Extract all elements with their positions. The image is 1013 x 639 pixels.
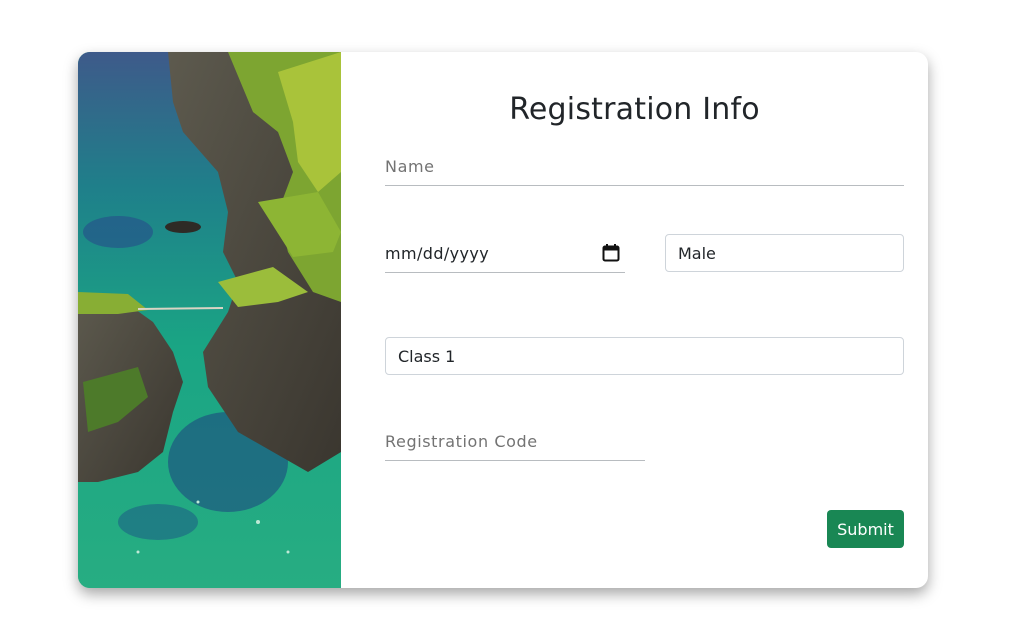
registration-code-input[interactable] xyxy=(385,423,645,461)
calendar-icon[interactable] xyxy=(601,243,621,263)
submit-button[interactable]: Submit xyxy=(827,510,904,548)
class-selected-value: Class 1 xyxy=(398,346,456,366)
name-input[interactable] xyxy=(385,148,904,186)
form-title: Registration Info xyxy=(509,92,760,127)
birth-date-input[interactable]: mm/dd/yyyy xyxy=(385,234,625,273)
gender-select[interactable]: Male xyxy=(665,234,904,272)
registration-form: Registration Info mm/dd/yyyy Male Class … xyxy=(341,52,928,588)
gender-selected-value: Male xyxy=(678,243,716,263)
registration-card: Registration Info mm/dd/yyyy Male Class … xyxy=(78,52,928,588)
landscape-illustration xyxy=(78,52,341,588)
date-value: mm/dd/yyyy xyxy=(385,243,490,263)
class-select[interactable]: Class 1 xyxy=(385,337,904,375)
coastal-cliffs-image xyxy=(78,52,341,588)
